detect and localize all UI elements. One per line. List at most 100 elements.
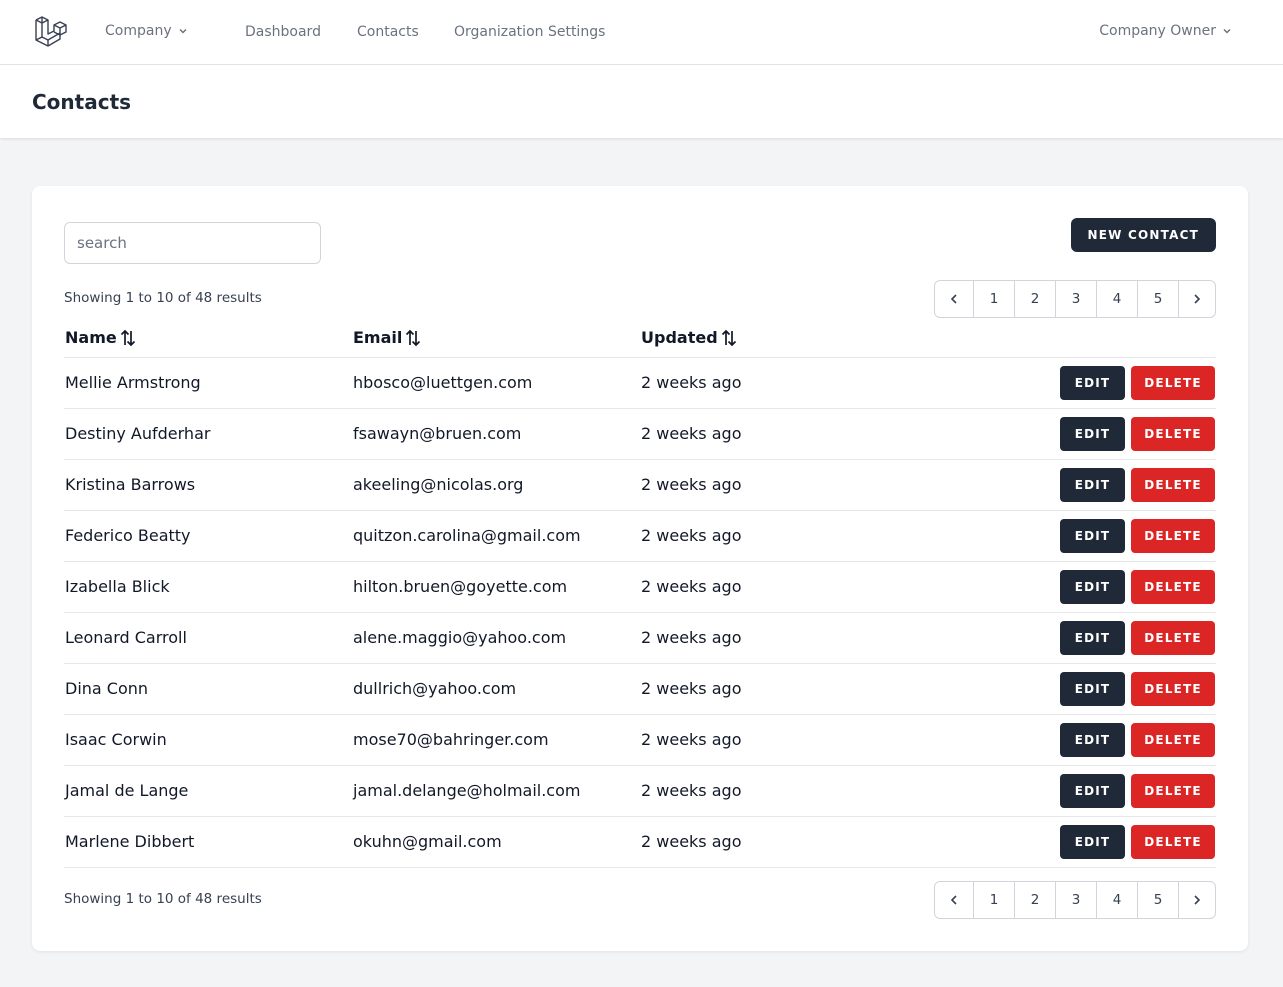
contact-name: Jamal de Lange [65,781,189,800]
contact-name: Mellie Armstrong [65,373,201,392]
table-row: Kristina Barrows akeeling@nicolas.org 2 … [64,460,1216,511]
contacts-card: NEW CONTACT Showing 1 to 10 of 48 result… [32,186,1248,951]
contact-updated: 2 weeks ago [641,577,742,596]
table-row: Mellie Armstrong hbosco@luettgen.com 2 w… [64,358,1216,409]
table-row: Jamal de Lange jamal.delange@holmail.com… [64,766,1216,817]
table-row: Marlene Dibbert okuhn@gmail.com 2 weeks … [64,817,1216,868]
edit-button[interactable]: EDIT [1060,366,1125,400]
table-row: Leonard Carroll alene.maggio@yahoo.com 2… [64,613,1216,664]
contact-name: Leonard Carroll [65,628,187,647]
pagination-page-2[interactable]: 2 [1014,882,1055,918]
team-name: Company [105,23,172,39]
table-row: Isaac Corwin mose70@bahringer.com 2 week… [64,715,1216,766]
delete-button[interactable]: DELETE [1131,468,1215,502]
chevron-left-icon [950,294,957,304]
table-header: Name Email Updated [64,320,1216,358]
contact-email: akeeling@nicolas.org [353,475,524,494]
table-row: Destiny Aufderhar fsawayn@bruen.com 2 we… [64,409,1216,460]
pagination-prev-button[interactable] [935,281,973,317]
contact-updated: 2 weeks ago [641,373,742,392]
delete-button[interactable]: DELETE [1131,570,1215,604]
search-input[interactable] [64,222,321,264]
page-title: Contacts [32,90,132,114]
pagination-page-5[interactable]: 5 [1137,882,1178,918]
chevron-left-icon [950,895,957,905]
pagination-page-3[interactable]: 3 [1055,281,1096,317]
contact-name: Marlene Dibbert [65,832,195,851]
contact-updated: 2 weeks ago [641,832,742,851]
contact-updated: 2 weeks ago [641,526,742,545]
delete-button[interactable]: DELETE [1131,621,1215,655]
contact-name: Kristina Barrows [65,475,196,494]
nav-link-organization-settings[interactable]: Organization Settings [454,24,605,40]
column-label: Email [353,328,403,347]
delete-button[interactable]: DELETE [1131,825,1215,859]
edit-button[interactable]: EDIT [1060,825,1125,859]
contact-email: hilton.bruen@goyette.com [353,577,568,596]
chevron-down-icon [1223,28,1231,34]
contact-name: Izabella Blick [65,577,170,596]
pagination-bottom: 1 2 3 4 5 [934,881,1216,919]
laravel-logo-icon[interactable] [34,15,68,49]
delete-button[interactable]: DELETE [1131,723,1215,757]
pagination-page-4[interactable]: 4 [1096,882,1137,918]
contact-updated: 2 weeks ago [641,628,742,647]
sort-arrows-icon [406,329,421,346]
contact-name: Federico Beatty [65,526,191,545]
pagination-top: 1 2 3 4 5 [934,280,1216,318]
new-contact-button[interactable]: NEW CONTACT [1070,218,1216,252]
pagination-prev-button[interactable] [935,882,973,918]
contact-email: mose70@bahringer.com [353,730,549,749]
edit-button[interactable]: EDIT [1060,468,1125,502]
column-label: Name [65,328,117,347]
delete-button[interactable]: DELETE [1131,774,1215,808]
team-switcher[interactable]: Company [105,23,188,39]
edit-button[interactable]: EDIT [1060,519,1125,553]
edit-button[interactable]: EDIT [1060,417,1125,451]
contact-updated: 2 weeks ago [641,475,742,494]
pagination-page-5[interactable]: 5 [1137,281,1178,317]
pagination-next-button[interactable] [1178,281,1215,317]
results-summary-top: Showing 1 to 10 of 48 results [64,290,262,306]
column-label: Updated [641,328,718,347]
edit-button[interactable]: EDIT [1060,672,1125,706]
column-header-email[interactable]: Email [353,328,421,347]
table-row: Federico Beatty quitzon.carolina@gmail.c… [64,511,1216,562]
edit-button[interactable]: EDIT [1060,723,1125,757]
sort-arrows-icon [120,329,135,346]
chevron-down-icon [179,28,187,34]
top-navigation: Company Dashboard Contacts Organization … [0,0,1283,65]
pagination-next-button[interactable] [1178,882,1215,918]
contact-email: dullrich@yahoo.com [353,679,517,698]
contact-name: Destiny Aufderhar [65,424,211,443]
pagination-page-1[interactable]: 1 [973,882,1014,918]
user-menu[interactable]: Company Owner [1099,23,1232,39]
page-header: Contacts [0,65,1283,138]
pagination-page-4[interactable]: 4 [1096,281,1137,317]
pagination-page-3[interactable]: 3 [1055,882,1096,918]
contact-email: okuhn@gmail.com [353,832,502,851]
nav-link-contacts[interactable]: Contacts [357,24,419,40]
delete-button[interactable]: DELETE [1131,519,1215,553]
table-row: Izabella Blick hilton.bruen@goyette.com … [64,562,1216,613]
delete-button[interactable]: DELETE [1131,366,1215,400]
contact-email: fsawayn@bruen.com [353,424,522,443]
results-summary-bottom: Showing 1 to 10 of 48 results [64,891,262,907]
nav-link-dashboard[interactable]: Dashboard [245,24,321,40]
edit-button[interactable]: EDIT [1060,774,1125,808]
contact-updated: 2 weeks ago [641,730,742,749]
pagination-page-1[interactable]: 1 [973,281,1014,317]
edit-button[interactable]: EDIT [1060,621,1125,655]
table-row: Dina Conn dullrich@yahoo.com 2 weeks ago… [64,664,1216,715]
contact-updated: 2 weeks ago [641,781,742,800]
edit-button[interactable]: EDIT [1060,570,1125,604]
delete-button[interactable]: DELETE [1131,672,1215,706]
contacts-table: Name Email Updated Mellie Armstrong hbos… [64,320,1216,868]
column-header-name[interactable]: Name [65,328,136,347]
pagination-page-2[interactable]: 2 [1014,281,1055,317]
user-name: Company Owner [1099,23,1216,39]
delete-button[interactable]: DELETE [1131,417,1215,451]
contact-email: quitzon.carolina@gmail.com [353,526,581,545]
column-header-updated[interactable]: Updated [641,328,737,347]
contact-updated: 2 weeks ago [641,679,742,698]
